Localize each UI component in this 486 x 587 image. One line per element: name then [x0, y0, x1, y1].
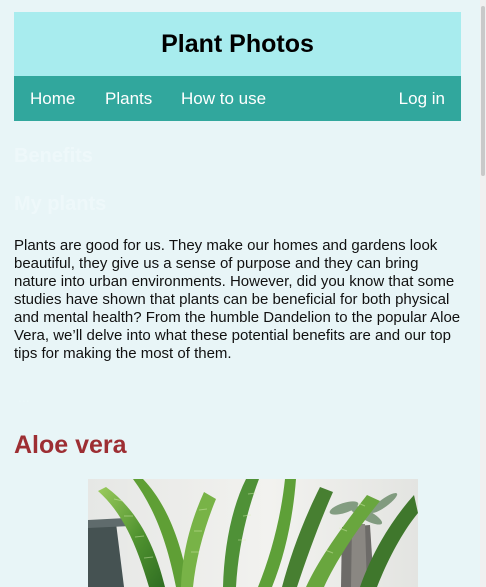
login-link[interactable]: Log in [399, 89, 445, 109]
nav-link-plants[interactable]: Plants [105, 89, 152, 109]
aloe-vera-photo-illustration [88, 479, 418, 587]
nav-link-home[interactable]: Home [30, 89, 75, 109]
site-header: Plant Photos [14, 12, 461, 76]
scrollbar[interactable] [480, 0, 486, 587]
faded-heading-my-plants: My plants [14, 193, 107, 215]
aloe-vera-photo [88, 479, 418, 587]
intro-paragraph: Plants are good for us. They make our ho… [14, 237, 461, 362]
faded-heading-benefits: Benefits [14, 145, 93, 167]
page: Plant Photos Home Plants How to use Log … [0, 0, 486, 587]
site-title: Plant Photos [161, 29, 314, 58]
main-navigation: Home Plants How to use Log in [14, 76, 461, 121]
faded-divider-mark: ... [18, 389, 30, 405]
nav-link-how-to-use[interactable]: How to use [181, 89, 266, 109]
scrollbar-thumb[interactable] [481, 6, 485, 176]
aloe-vera-heading: Aloe vera [14, 431, 127, 459]
